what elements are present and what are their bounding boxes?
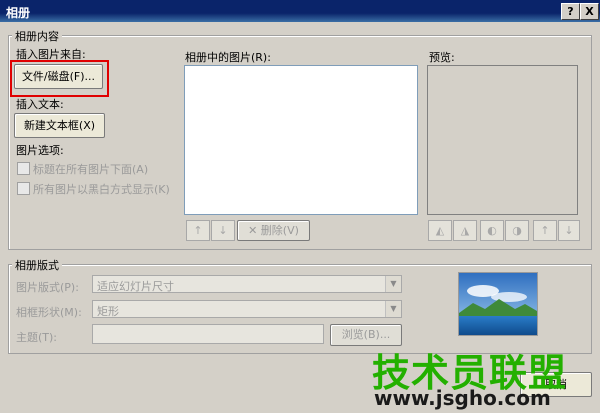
contrast-up-button[interactable]: ◐ <box>480 220 504 241</box>
frame-shape-value: 矩形 <box>97 305 119 318</box>
title-bar: 相册 ? X <box>0 0 600 22</box>
rotate-right-icon: ◮ <box>460 224 470 237</box>
picture-options-label: 图片选项: <box>16 144 64 157</box>
layout-preview-image <box>458 272 538 336</box>
preview-label: 预览: <box>429 51 455 64</box>
pictures-in-album-label: 相册中的图片(R): <box>185 51 271 64</box>
brightness-down-button[interactable]: ↓ <box>558 220 580 241</box>
help-button[interactable]: ? <box>561 3 580 20</box>
arrow-up-icon: ↑ <box>193 224 203 237</box>
frame-shape-label: 相框形状(M): <box>16 306 82 319</box>
caption-option-label: 标题在所有图片下面(A) <box>33 163 149 176</box>
watermark-url: www.jsgho.com <box>374 386 551 410</box>
rotate-right-button[interactable]: ◮ <box>453 220 477 241</box>
rotate-left-button[interactable]: ◭ <box>428 220 452 241</box>
remove-button[interactable]: ✕ 删除(V) <box>237 220 310 241</box>
move-up-button[interactable]: ↑ <box>186 220 210 241</box>
contrast-up-icon: ◐ <box>487 224 497 237</box>
window-title: 相册 <box>6 6 31 20</box>
rotate-left-icon: ◭ <box>435 224 445 237</box>
bw-checkbox[interactable] <box>17 182 30 195</box>
picture-layout-value: 适应幻灯片尺寸 <box>97 280 174 293</box>
theme-input[interactable] <box>92 324 324 344</box>
album-content-label: 相册内容 <box>12 28 62 44</box>
frame-shape-select[interactable]: 矩形 ▼ <box>92 300 402 318</box>
picture-layout-label: 图片版式(P): <box>16 281 79 294</box>
move-down-button[interactable]: ↓ <box>211 220 235 241</box>
preview-pane <box>427 65 578 215</box>
dropdown-arrow-icon: ▼ <box>385 276 401 292</box>
caption-checkbox[interactable] <box>17 162 30 175</box>
pictures-listbox[interactable] <box>184 65 418 215</box>
album-layout-label: 相册版式 <box>12 257 62 273</box>
contrast-down-icon: ◑ <box>512 224 522 237</box>
delete-x-icon: ✕ <box>248 224 261 237</box>
contrast-down-button[interactable]: ◑ <box>505 220 529 241</box>
brightness-up-button[interactable]: ↑ <box>533 220 557 241</box>
brightness-up-icon: ↑ <box>540 224 550 237</box>
theme-label: 主题(T): <box>16 331 58 344</box>
insert-text-label: 插入文本: <box>16 98 64 111</box>
file-disk-button[interactable]: 文件/磁盘(F)... <box>14 64 103 89</box>
new-textbox-button[interactable]: 新建文本框(X) <box>14 113 105 138</box>
remove-button-label: 删除(V) <box>260 224 299 237</box>
arrow-down-icon: ↓ <box>218 224 228 237</box>
dropdown-arrow-icon: ▼ <box>385 301 401 317</box>
bw-option-label: 所有图片以黑白方式显示(K) <box>33 183 170 196</box>
landscape-thumbnail-icon <box>459 273 537 335</box>
picture-layout-select[interactable]: 适应幻灯片尺寸 ▼ <box>92 275 402 293</box>
close-button[interactable]: X <box>580 3 599 20</box>
brightness-down-icon: ↓ <box>564 224 574 237</box>
